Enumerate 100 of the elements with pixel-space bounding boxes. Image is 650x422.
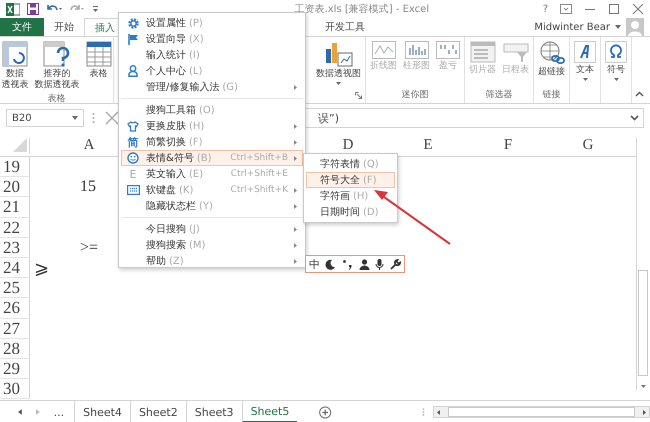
sheet-tab[interactable]: Sheet5 bbox=[242, 401, 298, 422]
group-label: 迷你图 bbox=[402, 88, 428, 101]
window-title: 工资表.xls [兼容模式] - Excel bbox=[294, 2, 430, 16]
menu-item[interactable]: 字符表情 (Q) bbox=[306, 156, 395, 172]
menu-item[interactable]: 搜狗搜索 (M) bbox=[121, 237, 303, 253]
text-icon bbox=[574, 41, 596, 63]
line-chart-icon bbox=[372, 41, 396, 59]
table-icon bbox=[86, 41, 112, 67]
row-header[interactable]: 29 bbox=[0, 358, 30, 380]
moon-icon[interactable] bbox=[325, 258, 336, 270]
scroll-right-icon[interactable] bbox=[643, 410, 646, 414]
question-table-icon bbox=[43, 41, 71, 67]
maximize-icon[interactable] bbox=[608, 4, 620, 14]
person-icon bbox=[128, 65, 138, 77]
menu-item[interactable]: 字符画 (H) bbox=[306, 188, 395, 204]
menu-item[interactable]: 管理/修复输入法 (G) bbox=[121, 79, 303, 95]
menu-item[interactable]: 软键盘 (K) Ctrl+Shift+K bbox=[121, 182, 303, 198]
scroll-down-icon[interactable] bbox=[640, 385, 646, 388]
wrench-icon[interactable] bbox=[390, 258, 402, 270]
group-label: 表格 bbox=[48, 92, 66, 105]
menu-item[interactable]: 隐藏状态栏 (Y) bbox=[121, 198, 303, 214]
caret-icon bbox=[72, 116, 78, 120]
more-sheets-button[interactable]: ... bbox=[54, 406, 64, 418]
ribbon-tab[interactable]: 开始 bbox=[44, 18, 84, 36]
caret-icon[interactable] bbox=[615, 25, 621, 29]
ribbon-display-icon[interactable] bbox=[560, 4, 572, 14]
cell-text: >= bbox=[80, 238, 98, 257]
menu-item[interactable]: 今日搜狗 (J) bbox=[121, 221, 303, 237]
glyph-icon: E bbox=[130, 168, 136, 180]
input-mode-button[interactable]: 中 bbox=[308, 256, 320, 272]
group-label: 筛选器 bbox=[486, 88, 512, 101]
help-button[interactable]: ? bbox=[542, 4, 548, 14]
group-label: 链接 bbox=[542, 88, 560, 101]
ribbon-button[interactable]: 数据透视图 bbox=[314, 40, 363, 101]
row-header[interactable]: 20 bbox=[0, 177, 30, 198]
row-header[interactable]: 26 bbox=[0, 298, 30, 318]
dialog-launcher-icon[interactable] bbox=[355, 92, 362, 99]
ribbon-button[interactable]: 数据 透视表 bbox=[0, 40, 30, 92]
horizontal-scrollbar[interactable] bbox=[432, 406, 650, 418]
shirt-icon bbox=[127, 120, 139, 132]
glyph-icon: 简 bbox=[128, 134, 138, 150]
ribbon-button[interactable]: 符号 bbox=[603, 40, 629, 101]
cell-text: 15 bbox=[80, 178, 96, 196]
menu-item[interactable]: 日期时间 (D) bbox=[306, 204, 395, 220]
row-header[interactable]: 24 bbox=[0, 258, 30, 278]
menu-item[interactable]: 输入统计 (I) bbox=[121, 47, 303, 63]
expand-chevron-icon[interactable] bbox=[630, 115, 639, 121]
column-header[interactable]: G bbox=[548, 139, 628, 152]
column-header[interactable]: E bbox=[388, 139, 468, 152]
ribbon-button[interactable]: 推荐的 数据透视表 bbox=[32, 40, 82, 92]
menu-item[interactable]: 帮助 (Z) bbox=[121, 253, 303, 269]
menu-item[interactable]: E 英文输入 (E) Ctrl+Shift+E bbox=[121, 166, 303, 182]
menu-item[interactable]: 表情&符号 (B) Ctrl+Shift+B bbox=[121, 150, 303, 166]
timeline-icon bbox=[502, 41, 528, 63]
smiley-icon bbox=[127, 152, 139, 164]
menu-item[interactable]: 符号大全 (F) bbox=[306, 172, 395, 188]
close-icon[interactable] bbox=[632, 4, 644, 14]
slicer-icon bbox=[470, 41, 496, 63]
microphone-icon[interactable] bbox=[375, 258, 384, 270]
row-header[interactable]: 25 bbox=[0, 278, 30, 298]
spreadsheet-logo-icon bbox=[6, 2, 20, 16]
bar-chart-icon bbox=[324, 41, 352, 67]
row-header[interactable]: 28 bbox=[0, 338, 30, 359]
previous-sheet-icon[interactable] bbox=[18, 409, 22, 415]
row-header[interactable]: 27 bbox=[0, 318, 30, 339]
collapse-ribbon-icon[interactable] bbox=[635, 91, 644, 97]
menu-item[interactable]: 个人中心 (L) bbox=[121, 63, 303, 79]
row-header[interactable]: 23 bbox=[0, 238, 30, 258]
menu-item[interactable]: 简 简繁切换 (F) bbox=[121, 134, 303, 150]
ribbon-button[interactable]: 超链接 bbox=[536, 40, 567, 88]
row-header[interactable]: 30 bbox=[0, 379, 30, 400]
save-icon[interactable] bbox=[27, 3, 39, 15]
ribbon-button[interactable]: 文本 bbox=[572, 40, 598, 101]
omega-icon bbox=[605, 41, 627, 63]
account-name[interactable]: Midwinter Bear bbox=[534, 22, 610, 32]
person-icon[interactable] bbox=[358, 258, 370, 270]
vertical-scrollbar[interactable] bbox=[636, 138, 649, 390]
flag-icon bbox=[128, 34, 138, 44]
sheet-tab[interactable]: Sheet2 bbox=[130, 401, 186, 422]
cell-text: ⩾ bbox=[34, 257, 49, 280]
add-sheet-icon[interactable] bbox=[319, 406, 332, 418]
row-header[interactable]: 19 bbox=[0, 157, 30, 178]
column-chart-icon bbox=[404, 41, 428, 59]
customize-caret-icon[interactable] bbox=[92, 5, 99, 13]
column-header[interactable]: F bbox=[468, 139, 548, 152]
sheet-tab[interactable]: Sheet4 bbox=[74, 401, 130, 422]
scroll-left-icon[interactable] bbox=[436, 410, 440, 414]
globe-link-icon bbox=[538, 41, 564, 65]
grip-icon bbox=[92, 112, 95, 124]
row-header[interactable]: 22 bbox=[0, 218, 30, 238]
keyboard-icon bbox=[126, 185, 140, 195]
win-loss-icon bbox=[436, 41, 460, 59]
ribbon-tab[interactable]: 文件 bbox=[0, 18, 44, 36]
ribbon-tab[interactable]: 开发工具 bbox=[315, 18, 375, 36]
grip-icon bbox=[422, 407, 425, 417]
ribbon-button[interactable]: 表格 bbox=[84, 40, 114, 92]
row-header[interactable]: 21 bbox=[0, 197, 30, 218]
punctuation-icon[interactable] bbox=[342, 258, 354, 270]
name-box[interactable]: B20 bbox=[6, 109, 84, 127]
column-header[interactable]: D bbox=[308, 139, 388, 152]
